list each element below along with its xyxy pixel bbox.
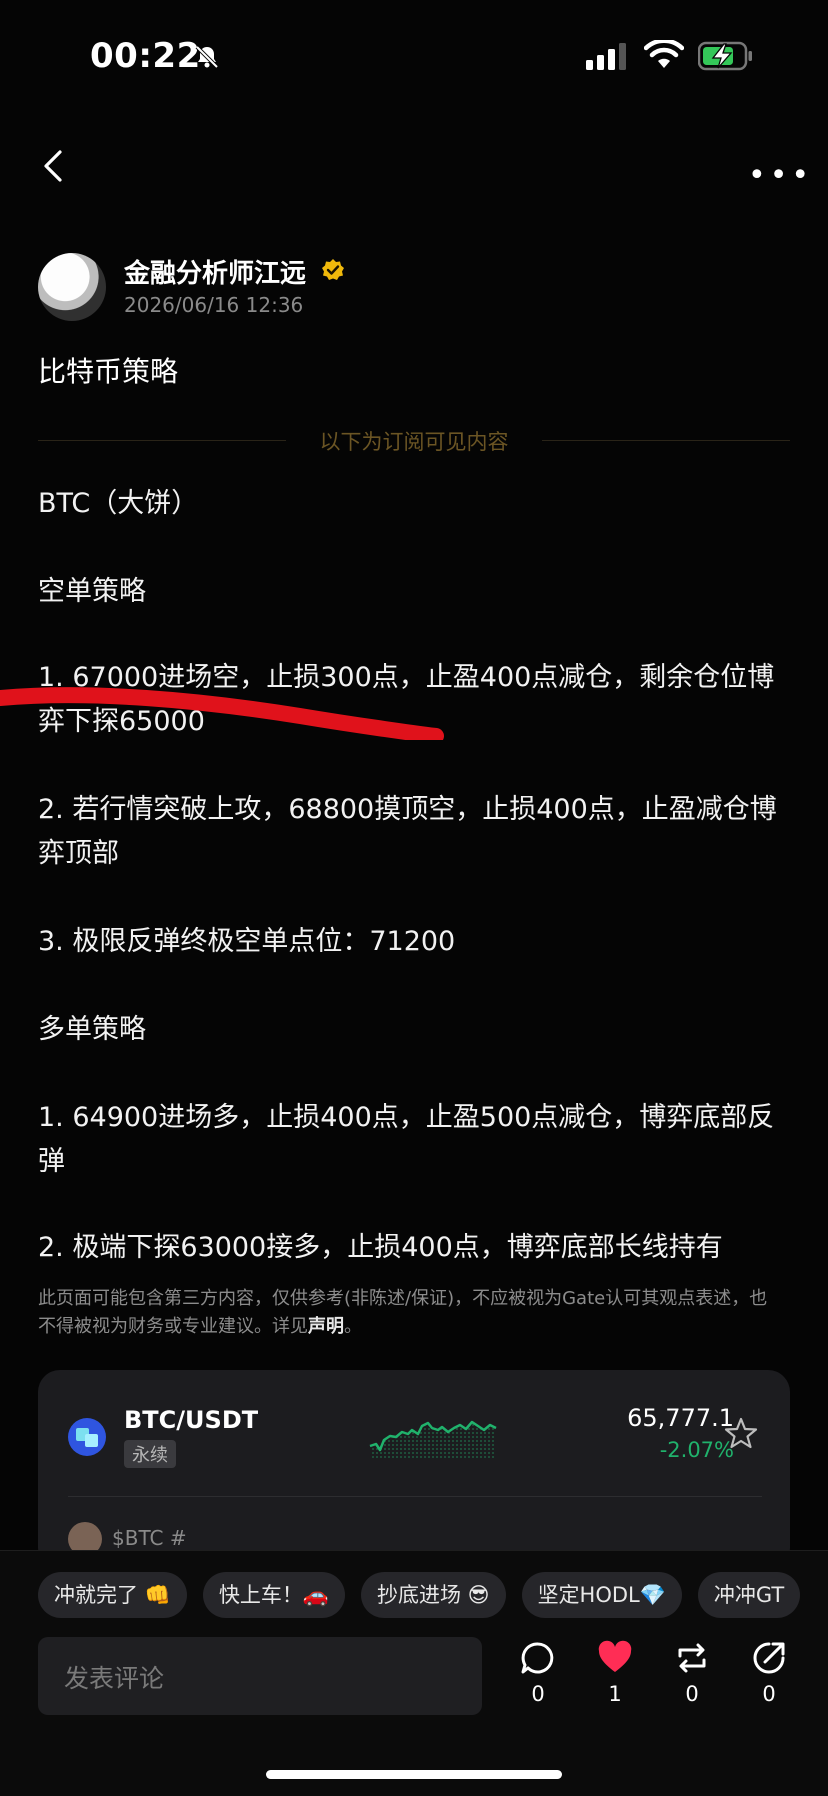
- ticker-pair: BTC/USDT: [124, 1406, 259, 1434]
- like-count: 1: [608, 1682, 622, 1706]
- coin-icon: [68, 1418, 106, 1456]
- star-icon[interactable]: [724, 1416, 758, 1450]
- ticker-change: -2.07%: [659, 1438, 734, 1462]
- subscriber-divider-label: 以下为订阅可见内容: [319, 430, 509, 454]
- more-icon[interactable]: •••: [748, 158, 813, 193]
- repost-icon: [678, 1643, 706, 1673]
- comment-input[interactable]: 发表评论: [38, 1637, 482, 1715]
- quick-reply-chip[interactable]: 抄底进场 😎: [360, 1572, 506, 1618]
- status-time: 00:22: [90, 36, 201, 76]
- ticker-card[interactable]: BTC/USDT 永续 65,777.1 -2.07% $BTC #: [38, 1370, 790, 1570]
- hashtag-text: $BTC #: [112, 1526, 187, 1550]
- share-action[interactable]: 0: [739, 1640, 799, 1706]
- post-paragraph: 2. 极端下探63000接多，止损400点，博弈底部长线持有: [38, 1232, 723, 1263]
- post-paragraph: 1. 64900进场多，止损400点，止盈500点减仓，博弈底部反弹: [38, 1102, 775, 1177]
- price-sparkline: [369, 1420, 497, 1460]
- post-date: 2026/06/16 12:36: [124, 293, 304, 317]
- ticker-price: 65,777.1: [627, 1404, 734, 1432]
- post-title: 比特币策略: [38, 355, 179, 388]
- comment-count: 0: [531, 1682, 545, 1706]
- comment-placeholder: 发表评论: [64, 1664, 165, 1693]
- verified-badge-icon: [322, 259, 344, 280]
- post-paragraph: 空单策略: [38, 576, 146, 607]
- avatar[interactable]: [38, 253, 106, 321]
- card-divider: [68, 1496, 762, 1497]
- signal-icon: [586, 43, 626, 70]
- quick-reply-chip[interactable]: 冲冲GT: [697, 1572, 801, 1618]
- post-paragraph: BTC（大饼）: [38, 488, 199, 519]
- red-annotation-stroke: [0, 687, 444, 740]
- post-paragraph: 多单策略: [38, 1014, 146, 1045]
- author-name[interactable]: 金融分析师江远: [124, 253, 306, 290]
- post-paragraph: 2. 若行情突破上攻，68800摸顶空，止损400点，止盈减仓博弈顶部: [38, 794, 777, 869]
- like-action[interactable]: 1: [585, 1640, 645, 1706]
- disclaimer: 此页面可能包含第三方内容，仅供参考(非陈述/保证)，不应被视为Gate认可其观点…: [38, 1288, 768, 1337]
- battery-charging-icon: [698, 41, 752, 71]
- heart-icon: [598, 1640, 632, 1672]
- repost-action[interactable]: 0: [662, 1640, 722, 1706]
- quick-reply-chips: 冲就完了 👊 快上车！🚗 抄底进场 😎 坚定HODL💎 冲冲GT: [38, 1572, 801, 1618]
- share-icon: [753, 1642, 785, 1674]
- back-icon[interactable]: [40, 148, 68, 184]
- disclaimer-link[interactable]: 声明: [308, 1316, 344, 1337]
- bell-slash-icon: [195, 45, 219, 69]
- post-paragraph: 3. 极限反弹终极空单点位：71200: [38, 926, 456, 957]
- home-indicator[interactable]: [266, 1770, 562, 1779]
- quick-reply-chip[interactable]: 快上车！🚗: [202, 1572, 345, 1618]
- quick-reply-chip[interactable]: 坚定HODL💎: [521, 1572, 682, 1618]
- contract-tag: 永续: [124, 1440, 176, 1468]
- wifi-icon: [644, 40, 684, 68]
- comment-action[interactable]: 0: [508, 1640, 568, 1706]
- share-count: 0: [762, 1682, 776, 1706]
- repost-count: 0: [685, 1682, 699, 1706]
- comment-icon: [521, 1642, 554, 1674]
- quick-reply-chip[interactable]: 冲就完了 👊: [38, 1572, 187, 1618]
